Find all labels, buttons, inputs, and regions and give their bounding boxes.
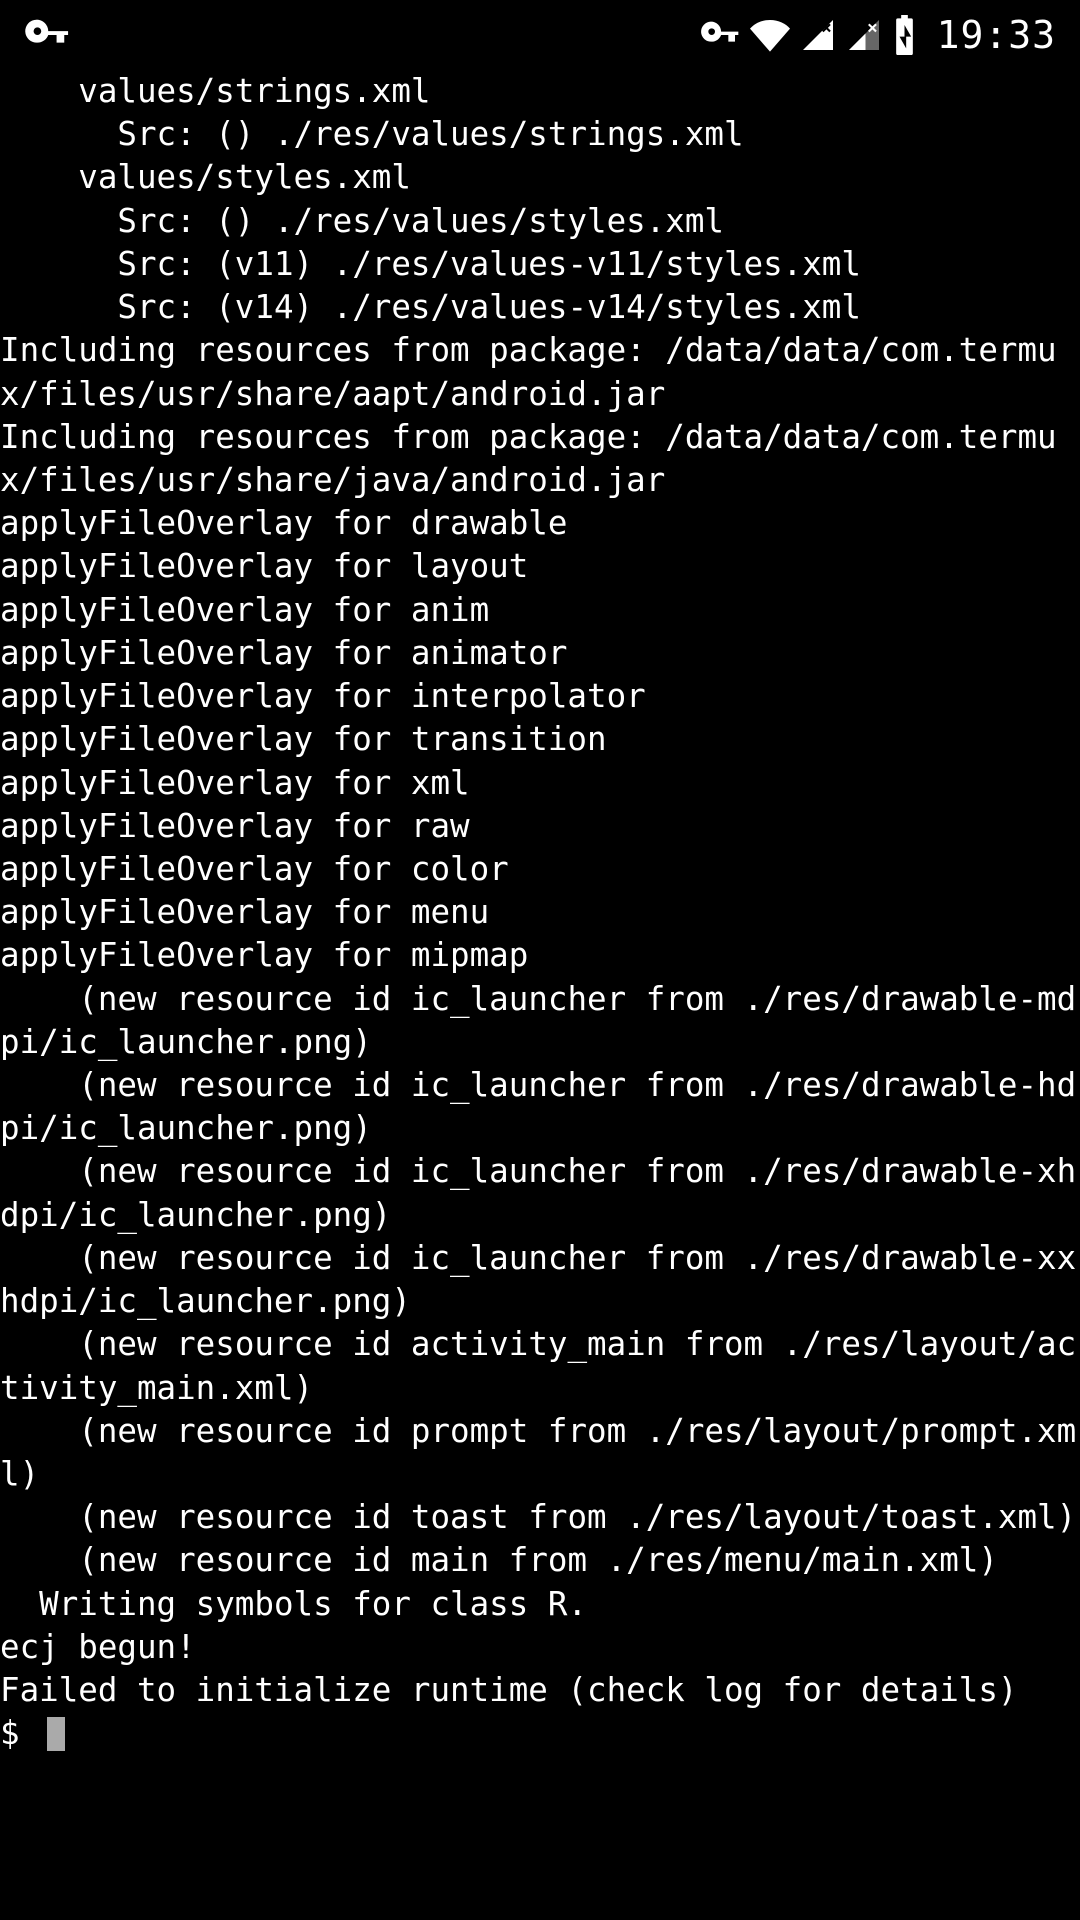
cellular-signal-1-icon: ×	[800, 17, 836, 53]
terminal-cursor	[47, 1717, 65, 1751]
cellular-signal-2-icon: ×	[846, 17, 882, 53]
status-clock: 19:33	[937, 13, 1056, 57]
terminal-prompt-line[interactable]: $	[0, 1712, 1080, 1755]
status-bar: × × 19:33	[0, 0, 1080, 70]
terminal-prompt: $	[0, 1712, 39, 1755]
svg-text:×: ×	[867, 18, 878, 39]
wifi-icon	[750, 15, 790, 55]
status-left	[24, 12, 70, 58]
terminal-lines: values/strings.xml Src: () ./res/values/…	[0, 72, 1076, 1709]
vpn-key-icon	[24, 12, 70, 58]
battery-charging-icon	[892, 15, 917, 55]
svg-text:×: ×	[821, 18, 832, 39]
terminal-output[interactable]: values/strings.xml Src: () ./res/values/…	[0, 70, 1080, 1756]
vpn-key-icon	[700, 15, 740, 55]
status-right: × × 19:33	[700, 13, 1056, 57]
